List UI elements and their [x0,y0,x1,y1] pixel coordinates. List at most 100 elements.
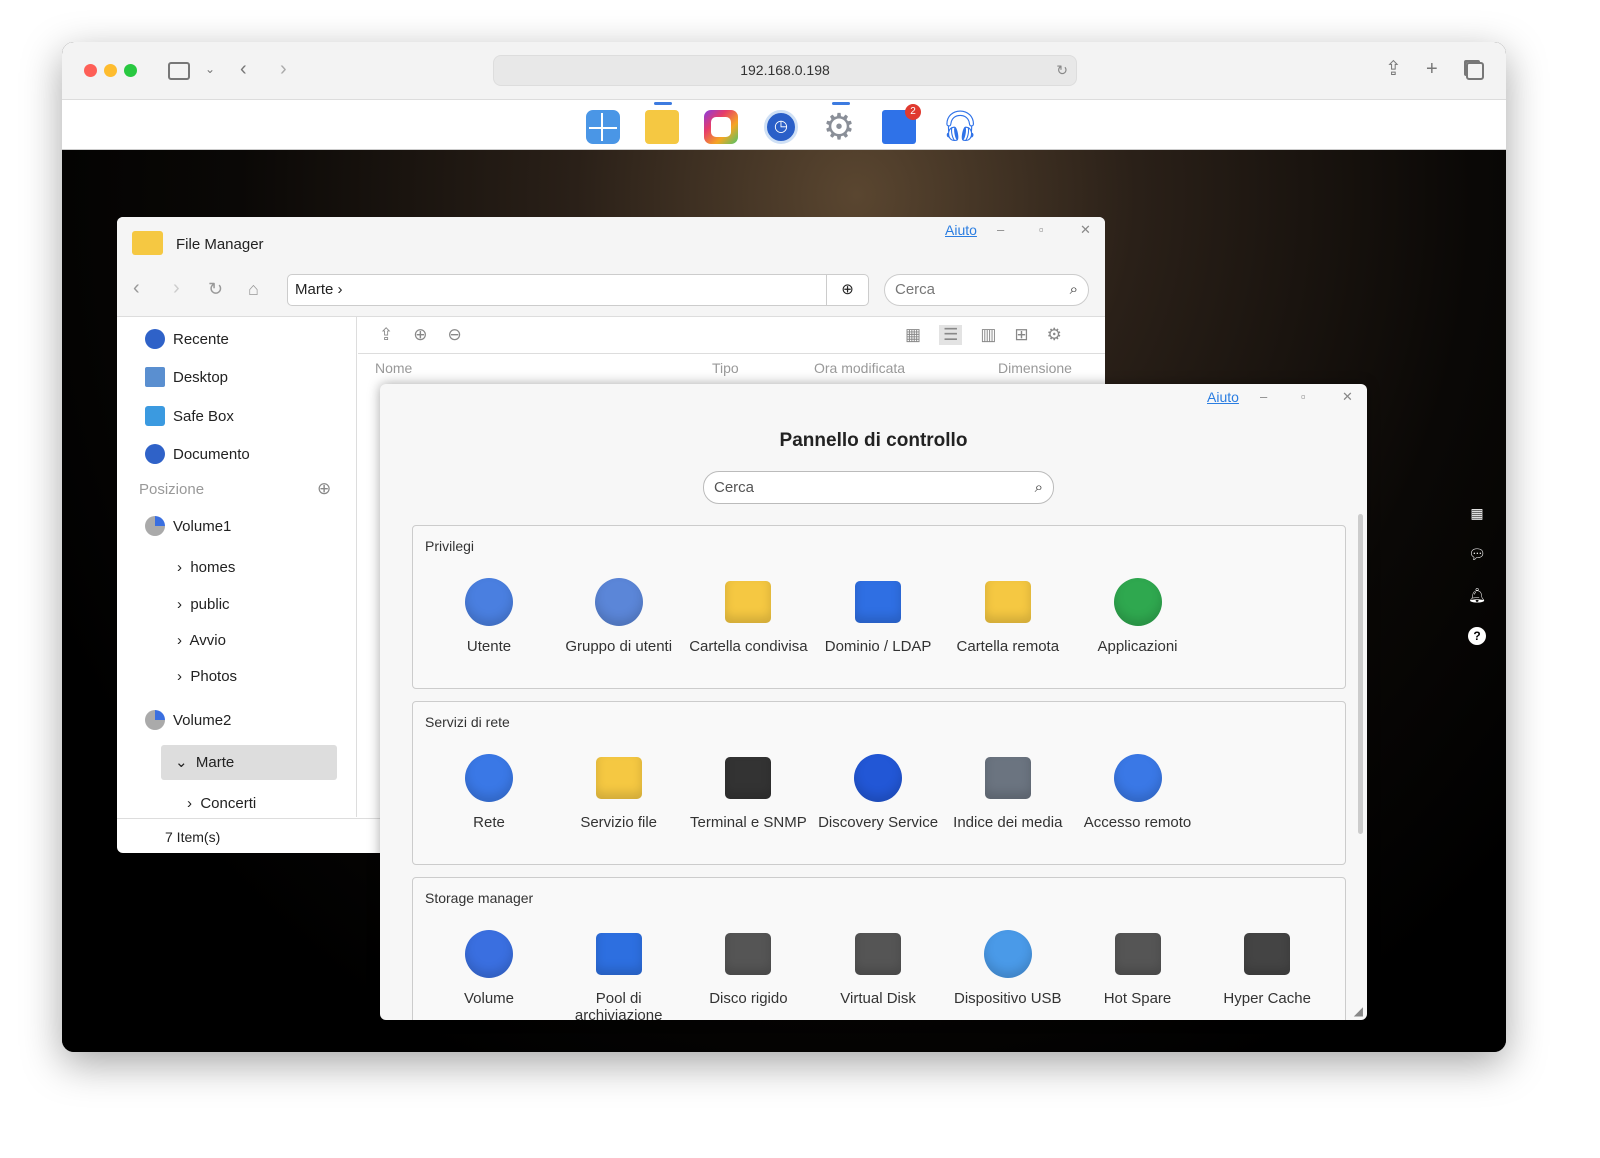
minimize-button[interactable]: – [1260,389,1267,404]
folder-item[interactable]: › Photos [177,668,237,685]
folder-item[interactable]: › public [177,596,230,613]
panel-item-hard-disk[interactable]: Disco rigido [683,928,813,1007]
chat-icon[interactable]: 💬︎ [1468,546,1486,563]
headset-icon[interactable]: 🎧︎ [941,110,979,144]
safe-box-icon [145,406,165,426]
layout-app-icon[interactable] [586,110,620,144]
panel-item-terminal[interactable]: Terminal e SNMP [683,752,813,831]
panel-item-remote-access[interactable]: Accesso remoto [1073,752,1203,831]
sidebar-item-volume2[interactable]: Volume2 [145,710,231,730]
back-icon[interactable]: ‹ [133,277,140,300]
search-input[interactable]: Cerca ⌕ [884,274,1089,306]
folder-item-selected[interactable]: ⌄ Marte [161,745,337,780]
shared-folder-icon [722,576,774,628]
chevron-down-icon[interactable]: ⌄ [205,57,215,81]
reload-icon[interactable]: ↻ [1056,56,1068,85]
back-icon[interactable]: ‹ [240,57,247,81]
panel-item-applications[interactable]: Applicazioni [1073,576,1203,655]
gear-icon[interactable]: ⚙ [822,109,856,145]
maximize-button[interactable]: ▫ [1301,389,1306,404]
add-icon[interactable]: ⊕ [413,325,427,345]
zoom-window-button[interactable] [124,64,137,77]
panel-item-media-index[interactable]: Indice dei media [943,752,1073,831]
panel-item-hyper-cache[interactable]: Hyper Cache [1202,928,1332,1007]
remote-folder-icon [982,576,1034,628]
column-view-icon[interactable]: ▥ [980,325,996,345]
hyper-cache-icon [1241,928,1293,980]
terminal-icon [722,752,774,804]
media-app-icon[interactable] [704,110,738,144]
folder-icon [132,231,163,255]
close-button[interactable]: ✕ [1342,389,1353,405]
settings-icon[interactable]: ⚙ [1047,325,1062,345]
item-label: Gruppo di utenti [565,638,673,655]
search-input[interactable]: Cerca ⌕ [703,471,1054,504]
panel-item-virtual-disk[interactable]: Virtual Disk [813,928,943,1007]
maximize-button[interactable]: ▫ [1039,222,1044,237]
folder-item[interactable]: › homes [177,559,235,576]
panel-item-user-group[interactable]: Gruppo di utenti [554,576,684,655]
address-bar[interactable]: 192.168.0.198 ↻ [493,55,1077,86]
desktop-icon [145,367,165,387]
grid-view-icon[interactable]: ▦ [905,325,921,345]
tabs-overview-icon[interactable] [1466,62,1484,80]
label: Safe Box [173,407,234,425]
panel-item-hot-spare[interactable]: Hot Spare [1073,928,1203,1007]
panel-item-file-service[interactable]: Servizio file [554,752,684,831]
sidebar-item-documento[interactable]: Documento [145,444,250,464]
breadcrumb[interactable]: Marte [295,281,333,298]
add-location-icon[interactable]: ⊕ [317,479,331,499]
scrollbar[interactable] [1358,514,1363,834]
list-view-icon[interactable]: ☰ [939,325,963,345]
column-header-size[interactable]: Dimensione [998,360,1072,376]
file-service-icon [593,752,645,804]
help-link[interactable]: Aiuto [945,222,977,238]
upload-icon[interactable]: ⇪ [379,325,393,345]
search-icon[interactable]: ⌕ [1070,275,1078,305]
panel-item-shared-folder[interactable]: Cartella condivisa [683,576,813,655]
help-icon[interactable]: ? [1468,627,1486,645]
minimize-button[interactable]: – [997,222,1004,237]
panel-item-storage-pool[interactable]: Pool di archiviazione [554,928,684,1020]
file-station-icon[interactable] [645,110,679,144]
upload-icon[interactable]: ⊕ [826,275,868,305]
close-window-button[interactable] [84,64,97,77]
label: Avvio [189,632,226,649]
folder-item[interactable]: › Avvio [177,632,226,649]
minimize-window-button[interactable] [104,64,117,77]
help-link[interactable]: Aiuto [1207,389,1239,405]
new-tab-icon[interactable]: + [1426,57,1438,81]
panel-item-remote-folder[interactable]: Cartella remota [943,576,1073,655]
more-icon[interactable]: ⊖ [448,325,462,345]
share-icon[interactable]: ⇪ [1385,57,1402,81]
close-button[interactable]: ✕ [1080,222,1091,238]
search-icon[interactable]: ⌕ [1035,472,1043,503]
backup-clock-icon[interactable]: ◷ [764,110,798,144]
resize-handle[interactable]: ◢ [1354,1004,1363,1018]
home-icon[interactable]: ⌂ [248,279,259,300]
sidebar-item-desktop[interactable]: Desktop [145,367,228,387]
panel-item-globe[interactable]: Rete [424,752,554,831]
column-header-modified[interactable]: Ora modificata [814,360,905,376]
resource-monitor-icon[interactable]: ▦ [1468,505,1486,522]
column-header-name[interactable]: Nome [375,360,412,376]
panel-item-discovery[interactable]: Discovery Service [813,752,943,831]
column-header-type[interactable]: Tipo [712,360,739,376]
sidebar-toggle-icon[interactable] [168,62,190,80]
window-title: File Manager [176,236,264,253]
expand-icon[interactable]: ⊞ [1014,325,1028,345]
panel-item-usb[interactable]: Dispositivo USB [943,928,1073,1007]
forward-icon[interactable]: › [280,57,287,81]
panel-item-user[interactable]: Utente [424,576,554,655]
file-manager-header: File Manager Aiuto – ▫ ✕ ‹ › ↻ ⌂ Marte ›… [117,217,1105,317]
forward-icon[interactable]: › [173,277,180,300]
sidebar-item-volume1[interactable]: Volume1 [145,516,231,536]
sidebar-item-safe-box[interactable]: Safe Box [145,406,234,426]
panel-item-volume[interactable]: Volume [424,928,554,1007]
sidebar-item-recente[interactable]: Recente [145,329,229,349]
refresh-icon[interactable]: ↻ [208,279,223,300]
folder-item[interactable]: › Concerti [187,795,256,812]
bell-icon[interactable]: 🔔︎ [1468,587,1486,604]
path-bar[interactable]: Marte › ⊕ [287,274,869,306]
panel-item-domain[interactable]: Dominio / LDAP [813,576,943,655]
